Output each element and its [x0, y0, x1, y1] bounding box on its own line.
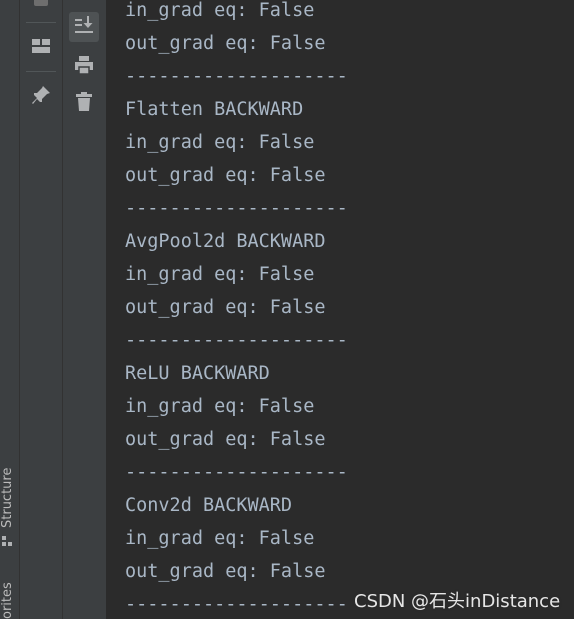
- console-line: in_grad eq: False: [125, 396, 315, 417]
- pin-tab-button[interactable]: [26, 82, 56, 112]
- console-line: out_grad eq: False: [125, 561, 326, 582]
- run-toolbar-left: [20, 0, 63, 619]
- console-line: ReLU BACKWARD: [125, 363, 270, 384]
- layout-icon: [32, 38, 50, 57]
- layout-button[interactable]: [26, 32, 56, 62]
- structure-tab[interactable]: Structure: [0, 468, 15, 528]
- favorites-tab[interactable]: orites: [0, 582, 15, 619]
- console-output[interactable]: in_grad eq: False out_grad eq: False ---…: [107, 0, 574, 619]
- structure-tool-icon[interactable]: [2, 533, 12, 546]
- clear-all-button[interactable]: [69, 89, 99, 119]
- console-separator-line: --------------------: [125, 330, 348, 351]
- left-tool-strip: Structure orites: [0, 0, 20, 619]
- console-line: Conv2d BACKWARD: [125, 495, 293, 516]
- scroll-to-end-button[interactable]: [69, 12, 99, 42]
- console-line: out_grad eq: False: [125, 297, 326, 318]
- console-line: out_grad eq: False: [125, 165, 326, 186]
- console-separator-line: --------------------: [125, 66, 348, 87]
- console-line: in_grad eq: False: [125, 132, 315, 153]
- console-line: out_grad eq: False: [125, 429, 326, 450]
- console-line: AvgPool2d BACKWARD: [125, 231, 326, 252]
- console-line: Flatten BACKWARD: [125, 99, 304, 120]
- pin-icon: [31, 85, 51, 109]
- run-toolbar-right: [63, 0, 107, 619]
- console-separator-line: --------------------: [125, 462, 348, 483]
- console-line: out_grad eq: False: [125, 33, 326, 54]
- watermark: CSDN @石头inDistance: [354, 591, 561, 612]
- console-line: in_grad eq: False: [125, 0, 315, 21]
- scroll-to-end-icon: [74, 16, 94, 38]
- toolbar-separator: [26, 22, 56, 23]
- print-button[interactable]: [69, 52, 99, 82]
- console-line: in_grad eq: False: [125, 264, 315, 285]
- toolbar-separator: [26, 71, 56, 72]
- console-line: in_grad eq: False: [125, 528, 315, 549]
- console-separator-line: --------------------: [125, 198, 348, 219]
- stop-icon[interactable]: [34, 0, 48, 6]
- trash-icon: [75, 92, 93, 116]
- print-icon: [74, 55, 94, 79]
- console-separator-line: --------------------: [125, 594, 348, 615]
